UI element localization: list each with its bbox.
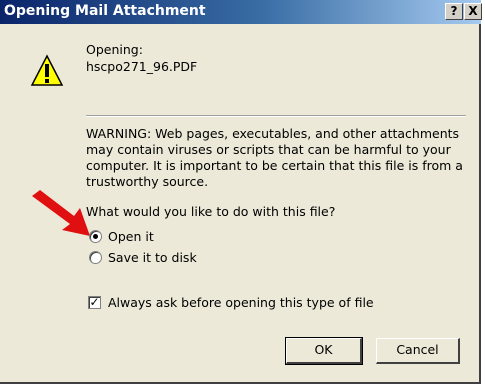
mail-attachment-dialog: Opening Mail Attachment ? X Opening: hsc… [0, 0, 482, 384]
cancel-button[interactable]: Cancel [376, 338, 460, 364]
opening-label: Opening: [86, 42, 143, 57]
title-bar[interactable]: Opening Mail Attachment ? X [0, 0, 482, 24]
open-it-radio[interactable] [89, 230, 102, 243]
help-button[interactable]: ? [445, 3, 463, 20]
always-ask-checkbox[interactable]: ✓ [88, 296, 101, 309]
question-text: What would you like to do with this file… [86, 204, 336, 219]
warning-message: WARNING: Web pages, executables, and oth… [86, 126, 463, 189]
save-to-disk-label[interactable]: Save it to disk [108, 250, 197, 266]
dialog-title: Opening Mail Attachment [4, 3, 206, 19]
attachment-filename: hscpo271_96.PDF [86, 59, 198, 74]
warning-triangle-icon [30, 54, 64, 86]
save-to-disk-radio[interactable] [89, 251, 102, 264]
red-arrow-icon [32, 190, 90, 236]
ok-button[interactable]: OK [285, 337, 363, 365]
divider [86, 115, 466, 117]
radio-selected-dot [93, 234, 98, 239]
close-button[interactable]: X [464, 3, 482, 20]
always-ask-label[interactable]: Always ask before opening this type of f… [108, 295, 374, 311]
open-it-label[interactable]: Open it [108, 229, 154, 245]
